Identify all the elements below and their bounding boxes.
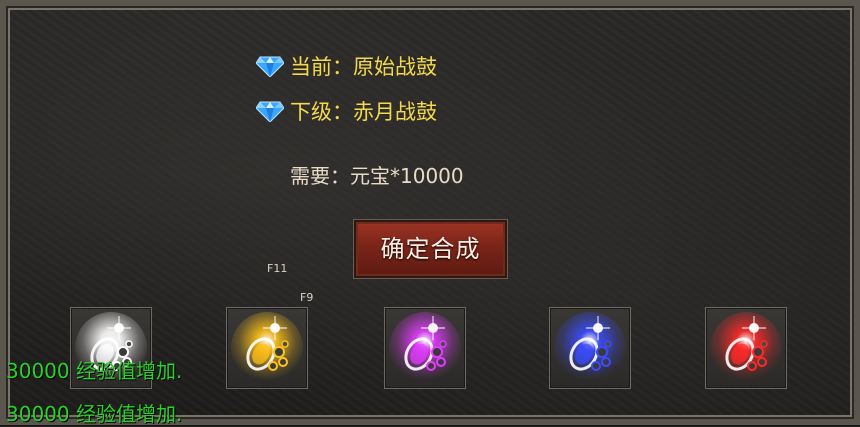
item-slot[interactable] [226, 307, 308, 389]
diamond-icon [255, 100, 285, 127]
item-slot[interactable] [384, 307, 466, 389]
hotkey-f9-label: F9 [300, 291, 314, 304]
next-item-label: 下级：赤月战鼓 [290, 100, 437, 124]
war-drum-purple-icon [389, 312, 461, 384]
item-slot[interactable] [705, 307, 787, 389]
next-item-row: 下级：赤月战鼓 [255, 96, 437, 127]
current-item-label: 当前：原始战鼓 [290, 55, 437, 79]
war-drum-blue-icon [554, 312, 626, 384]
war-drum-red-icon [710, 312, 782, 384]
confirm-synthesis-button[interactable]: 确定合成 [354, 220, 507, 278]
requirement-text: 需要：元宝*10000 [290, 164, 464, 188]
diamond-icon [255, 55, 285, 82]
system-message: 30000 经验值增加. [6, 402, 183, 426]
item-slot[interactable] [549, 307, 631, 389]
current-item-row: 当前：原始战鼓 [255, 51, 437, 82]
hotkey-f11-label: F11 [267, 262, 288, 275]
system-message: 30000 经验值增加. [6, 359, 183, 383]
war-drum-gold-icon [231, 312, 303, 384]
